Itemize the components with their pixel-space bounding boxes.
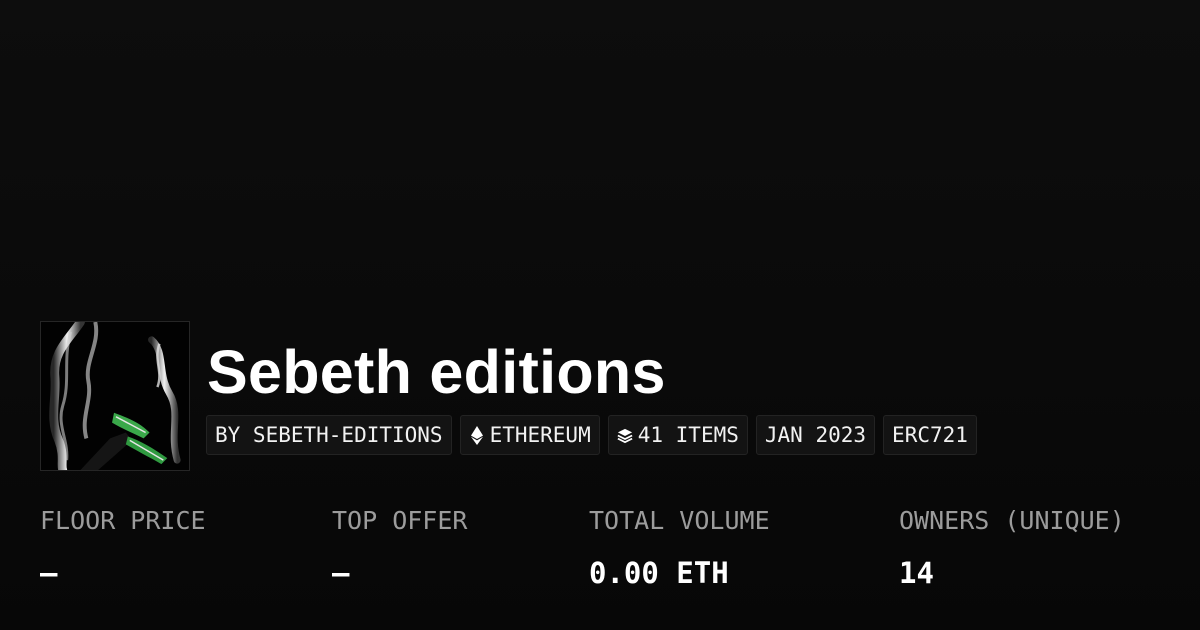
floor-price-stat: FLOOR PRICE —	[40, 505, 206, 591]
total-volume-stat: TOTAL VOLUME 0.00 ETH	[589, 505, 770, 591]
owners-stat: OWNERS (UNIQUE) 14	[899, 505, 1125, 591]
collection-thumbnail	[40, 321, 190, 471]
collection-title: Sebeth editions	[207, 338, 666, 406]
collection-artwork-image	[41, 322, 189, 470]
floor-price-label: FLOOR PRICE	[40, 506, 206, 535]
ethereum-icon	[469, 425, 485, 445]
owners-label: OWNERS (UNIQUE)	[899, 506, 1125, 535]
layers-icon	[617, 425, 633, 445]
token-standard-badge: ERC721	[883, 415, 977, 455]
floor-price-value: —	[40, 556, 58, 590]
top-offer-value: —	[332, 556, 350, 590]
total-volume-label: TOTAL VOLUME	[589, 506, 770, 535]
top-offer-label: TOP OFFER	[332, 506, 468, 535]
owners-value: 14	[899, 556, 934, 590]
top-offer-stat: TOP OFFER —	[332, 505, 467, 591]
date-badge-label: JAN 2023	[764, 423, 867, 447]
chain-badge[interactable]: ETHEREUM	[459, 415, 600, 455]
items-badge-label: 41 ITEMS	[637, 423, 739, 447]
total-volume-value: 0.00 ETH	[589, 556, 729, 590]
date-badge: JAN 2023	[755, 415, 876, 455]
chain-badge-label: ETHEREUM	[489, 423, 591, 447]
collection-badges: BY SEBETH-EDITIONS ETHEREUM 41 ITEMS JAN…	[206, 415, 977, 455]
creator-badge[interactable]: BY SEBETH-EDITIONS	[206, 415, 452, 455]
token-standard-label: ERC721	[892, 423, 968, 447]
items-badge[interactable]: 41 ITEMS	[607, 415, 748, 455]
creator-badge-label: BY SEBETH-EDITIONS	[215, 423, 443, 447]
